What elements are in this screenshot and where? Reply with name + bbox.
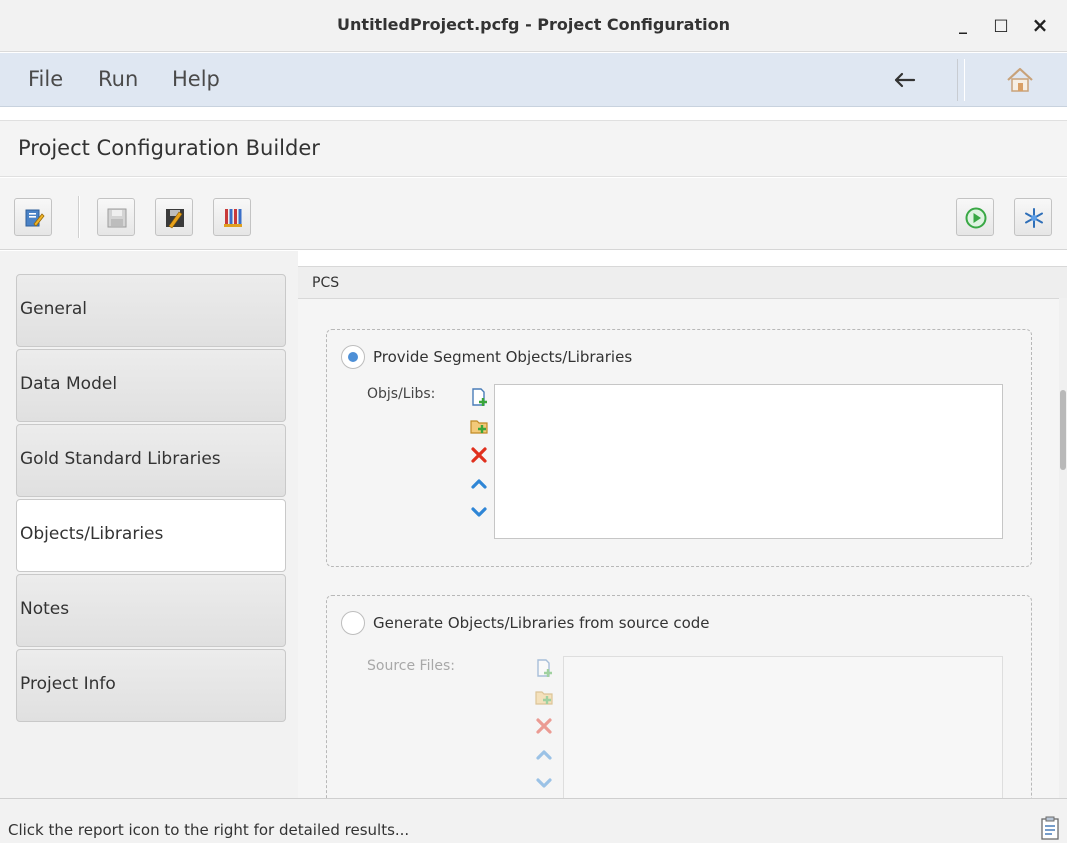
sidebar-tab-notes[interactable]: Notes — [16, 574, 286, 647]
add-file-icon — [537, 659, 552, 677]
sidebar-tab-label: General — [20, 299, 87, 319]
remove-icon — [536, 718, 552, 734]
freeze-button[interactable] — [1014, 198, 1052, 236]
minimize-button[interactable]: _ — [950, 12, 976, 38]
page-title: Project Configuration Builder — [18, 136, 320, 160]
sidebar-tab-objects-libraries[interactable]: Objects/Libraries — [16, 499, 286, 572]
save-as-icon — [166, 209, 184, 229]
remove-button[interactable] — [469, 445, 489, 465]
toolbar-separator — [78, 196, 80, 238]
add-source-folder-button[interactable] — [534, 687, 554, 707]
generate-objects-group: Generate Objects/Libraries from source c… — [326, 595, 1032, 798]
source-files-label: Source Files: — [367, 658, 455, 674]
move-down-icon — [536, 778, 552, 788]
sidebar: General Data Model Gold Standard Librari… — [0, 251, 298, 798]
freeze-icon — [1025, 208, 1043, 228]
move-source-down-button[interactable] — [534, 773, 554, 793]
move-down-icon — [471, 507, 487, 517]
sidebar-tab-label: Project Info — [20, 674, 116, 694]
report-icon — [1041, 816, 1059, 840]
sidebar-tab-label: Notes — [20, 599, 70, 619]
save-icon — [107, 208, 127, 228]
move-up-icon — [471, 479, 487, 489]
remove-source-button[interactable] — [534, 716, 554, 736]
add-folder-icon — [535, 691, 553, 705]
objs-libs-list[interactable] — [494, 384, 1003, 539]
objs-libs-label: Objs/Libs: — [367, 386, 436, 402]
provide-objects-group: Provide Segment Objects/Libraries Objs/L… — [326, 329, 1032, 567]
binary-icon — [224, 209, 242, 227]
back-button[interactable] — [888, 63, 922, 97]
source-files-list[interactable] — [563, 656, 1003, 798]
window-titlebar: UntitledProject.pcfg - Project Configura… — [0, 0, 1067, 52]
vertical-scrollbar[interactable] — [1059, 298, 1067, 798]
sidebar-tab-label: Objects/Libraries — [20, 524, 164, 544]
remove-icon — [471, 447, 487, 463]
sidebar-tab-project-info[interactable]: Project Info — [16, 649, 286, 722]
sidebar-tab-label: Data Model — [20, 374, 118, 394]
menu-file[interactable]: File — [28, 67, 63, 91]
sidebar-tab-label: Gold Standard Libraries — [20, 449, 221, 469]
edit-button[interactable] — [14, 198, 52, 236]
toolbar — [0, 178, 1067, 250]
run-button[interactable] — [956, 198, 994, 236]
move-down-button[interactable] — [469, 502, 489, 522]
sidebar-tab-gold-standard-libraries[interactable]: Gold Standard Libraries — [16, 424, 286, 497]
menu-bar: File Run Help — [0, 53, 1067, 107]
move-source-up-button[interactable] — [534, 745, 554, 765]
home-icon — [1007, 67, 1033, 92]
scrollbar-thumb[interactable] — [1060, 390, 1066, 470]
app-title-bar: Project Configuration Builder — [0, 120, 1067, 177]
content-panel: PCS Provide Segment Objects/Libraries Ob… — [298, 266, 1067, 798]
add-source-file-button[interactable] — [534, 658, 554, 678]
close-button[interactable]: × — [1027, 12, 1053, 38]
save-as-button[interactable] — [155, 198, 193, 236]
move-up-icon — [536, 750, 552, 760]
save-button[interactable] — [97, 198, 135, 236]
home-button[interactable] — [1003, 63, 1037, 97]
add-file-icon — [472, 388, 487, 406]
sidebar-tab-general[interactable]: General — [16, 274, 286, 347]
add-file-button[interactable] — [469, 387, 489, 407]
provide-objects-radio[interactable] — [341, 345, 365, 369]
radio-selected-dot — [348, 352, 358, 362]
menu-run[interactable]: Run — [98, 67, 138, 91]
run-icon — [965, 207, 987, 229]
status-bar: Click the report icon to the right for d… — [0, 798, 1067, 843]
maximize-button[interactable]: □ — [988, 12, 1014, 38]
edit-clipboard-icon — [25, 209, 45, 227]
move-up-button[interactable] — [469, 474, 489, 494]
generate-objects-radio[interactable] — [341, 611, 365, 635]
sidebar-tab-data-model[interactable]: Data Model — [16, 349, 286, 422]
report-button[interactable] — [1039, 815, 1061, 841]
menu-help[interactable]: Help — [172, 67, 220, 91]
panel-header: PCS — [298, 267, 1067, 299]
panel-header-label: PCS — [312, 275, 340, 291]
add-folder-button[interactable] — [469, 416, 489, 436]
generate-objects-label: Generate Objects/Libraries from source c… — [373, 614, 710, 632]
arrow-left-icon — [894, 72, 916, 88]
provide-objects-label: Provide Segment Objects/Libraries — [373, 348, 633, 366]
menu-separator — [957, 59, 965, 101]
binary-button[interactable] — [213, 198, 251, 236]
add-folder-icon — [470, 420, 488, 434]
window-title: UntitledProject.pcfg - Project Configura… — [337, 15, 730, 34]
status-message: Click the report icon to the right for d… — [8, 821, 410, 839]
